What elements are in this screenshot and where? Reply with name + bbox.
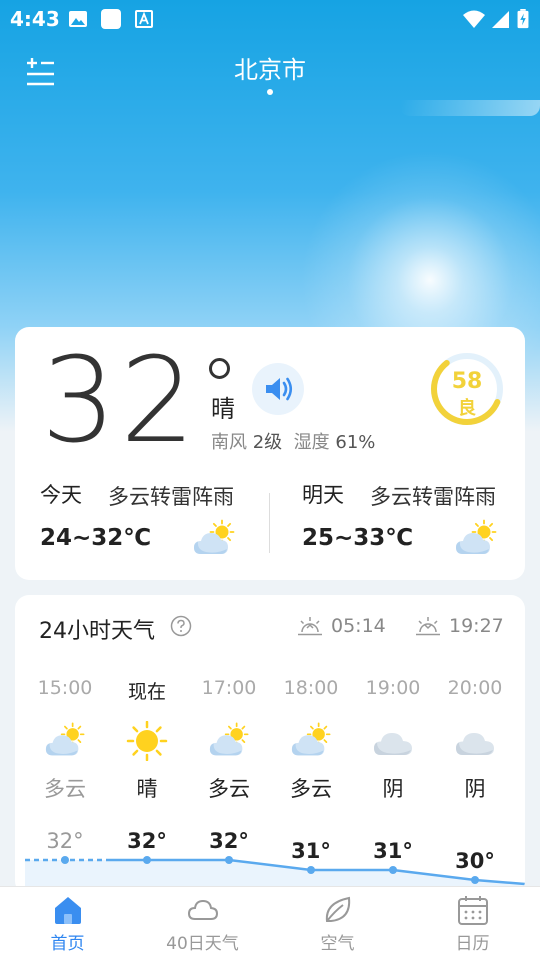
temperature-label: 30° (455, 849, 495, 873)
day-condition: 多云转雷阵雨 (370, 485, 496, 509)
home-icon (54, 897, 81, 924)
sunrise-icon (298, 617, 322, 636)
day-divider (269, 493, 270, 553)
sunrise-time: 05:14 (331, 615, 386, 637)
wind-direction: 南风 (211, 432, 247, 453)
calendar-icon (457, 896, 488, 925)
current-temperature: 32 (41, 331, 200, 469)
hour-column[interactable]: 现在晴 (106, 677, 188, 803)
sunset-time: 19:27 (449, 615, 504, 637)
hour-condition: 阴 (382, 777, 404, 801)
temperature-point (225, 856, 233, 864)
temperature-label: 32° (209, 829, 249, 853)
hourly-temperature-chart: 32° 32° 32° 31° 31° 30° (25, 829, 525, 895)
aqi-value: 58 (451, 369, 483, 394)
voice-broadcast-button[interactable] (252, 363, 304, 415)
hour-condition: 多云 (208, 777, 250, 801)
help-icon[interactable] (170, 615, 192, 637)
nav-40-day-weather[interactable]: 40日天气 (135, 887, 270, 960)
partly-cloudy-icon (209, 722, 249, 756)
temperature-point (61, 856, 69, 864)
sunset-icon (416, 617, 440, 636)
aqi-level: 良 (458, 398, 476, 419)
app-notification-icon (101, 9, 121, 29)
nav-label: 40日天气 (166, 934, 239, 954)
temperature-label: 31° (291, 839, 331, 863)
temperature-point (389, 866, 397, 874)
sun-icon (126, 721, 168, 761)
city-title[interactable]: 北京市 (0, 50, 540, 85)
partly-cloudy-icon (291, 722, 331, 756)
partly-cloudy-icon (456, 519, 497, 554)
hour-condition: 多云 (290, 777, 332, 801)
current-condition: 晴 (211, 395, 235, 423)
hour-condition: 晴 (136, 777, 158, 801)
day-temp-range: 25~33℃ (302, 525, 414, 551)
temperature-label: 31° (373, 839, 413, 863)
hour-time: 18:00 (283, 677, 339, 699)
hour-time: 15:00 (37, 677, 93, 699)
status-time: 4:43 (10, 7, 60, 31)
current-weather-card[interactable]: 32 晴 南风 2级 湿度 61% 58 良 今天 多云转雷阵雨 24~32℃ … (15, 327, 525, 580)
humidity-label: 湿度 (293, 432, 330, 453)
day-condition: 多云转雷阵雨 (108, 485, 234, 509)
nav-home[interactable]: 首页 (0, 887, 135, 960)
temperature-label: 32° (46, 829, 83, 853)
hour-column[interactable]: 20:00 阴 (434, 677, 516, 803)
cloud-icon (374, 733, 412, 755)
nav-label: 日历 (455, 934, 490, 954)
cloud-outline-icon (187, 899, 218, 920)
wifi-icon (463, 10, 485, 28)
temperature-point (143, 856, 151, 864)
hourly-forecast-card[interactable]: 24小时天气 05:14 19:27 15:00 多云 现在晴 17:00 多云 18:0… (15, 595, 525, 895)
nav-air-quality[interactable]: 空气 (270, 887, 405, 960)
day-name: 今天 (40, 483, 82, 507)
cloud-icon (456, 733, 494, 755)
hour-condition: 阴 (464, 777, 486, 801)
wind-humidity-line: 南风 2级 湿度 61% (211, 428, 375, 454)
temperature-point (307, 866, 315, 874)
cloud-streak-background (400, 100, 540, 116)
hourly-title: 24小时天气 (39, 619, 155, 644)
page-indicator-dot (267, 89, 273, 95)
partly-cloudy-icon (45, 722, 85, 756)
bottom-navigation: 首页 40日天气 空气 日历 (0, 886, 540, 960)
partly-cloudy-icon (194, 519, 235, 554)
hour-time: 20:00 (447, 677, 503, 699)
status-bar: 4:43 (0, 0, 540, 36)
hour-column[interactable]: 15:00 多云 (24, 677, 106, 803)
hour-column[interactable]: 17:00 多云 (188, 677, 270, 803)
degree-symbol (209, 358, 230, 379)
hour-time: 17:00 (201, 677, 257, 699)
leaf-icon (325, 896, 350, 922)
hour-condition: 多云 (44, 777, 86, 801)
hour-time: 19:00 (365, 677, 421, 699)
text-notification-icon (135, 10, 153, 28)
battery-icon (517, 9, 529, 29)
day-name: 明天 (302, 483, 344, 507)
day-temp-range: 24~32℃ (40, 525, 152, 551)
hour-column[interactable]: 18:00 多云 (270, 677, 352, 803)
nav-label: 首页 (50, 934, 85, 954)
wind-level: 2级 (252, 432, 283, 453)
nav-label: 空气 (320, 934, 355, 954)
nav-calendar[interactable]: 日历 (405, 887, 540, 960)
temperature-label: 32° (127, 829, 167, 853)
speaker-icon (266, 377, 293, 401)
humidity-value: 61% (335, 432, 376, 453)
hour-time: 现在 (127, 681, 166, 703)
hour-column[interactable]: 19:00 阴 (352, 677, 434, 803)
cellular-signal-icon (492, 11, 509, 28)
gallery-notification-icon (69, 11, 87, 27)
temperature-point (471, 876, 479, 884)
